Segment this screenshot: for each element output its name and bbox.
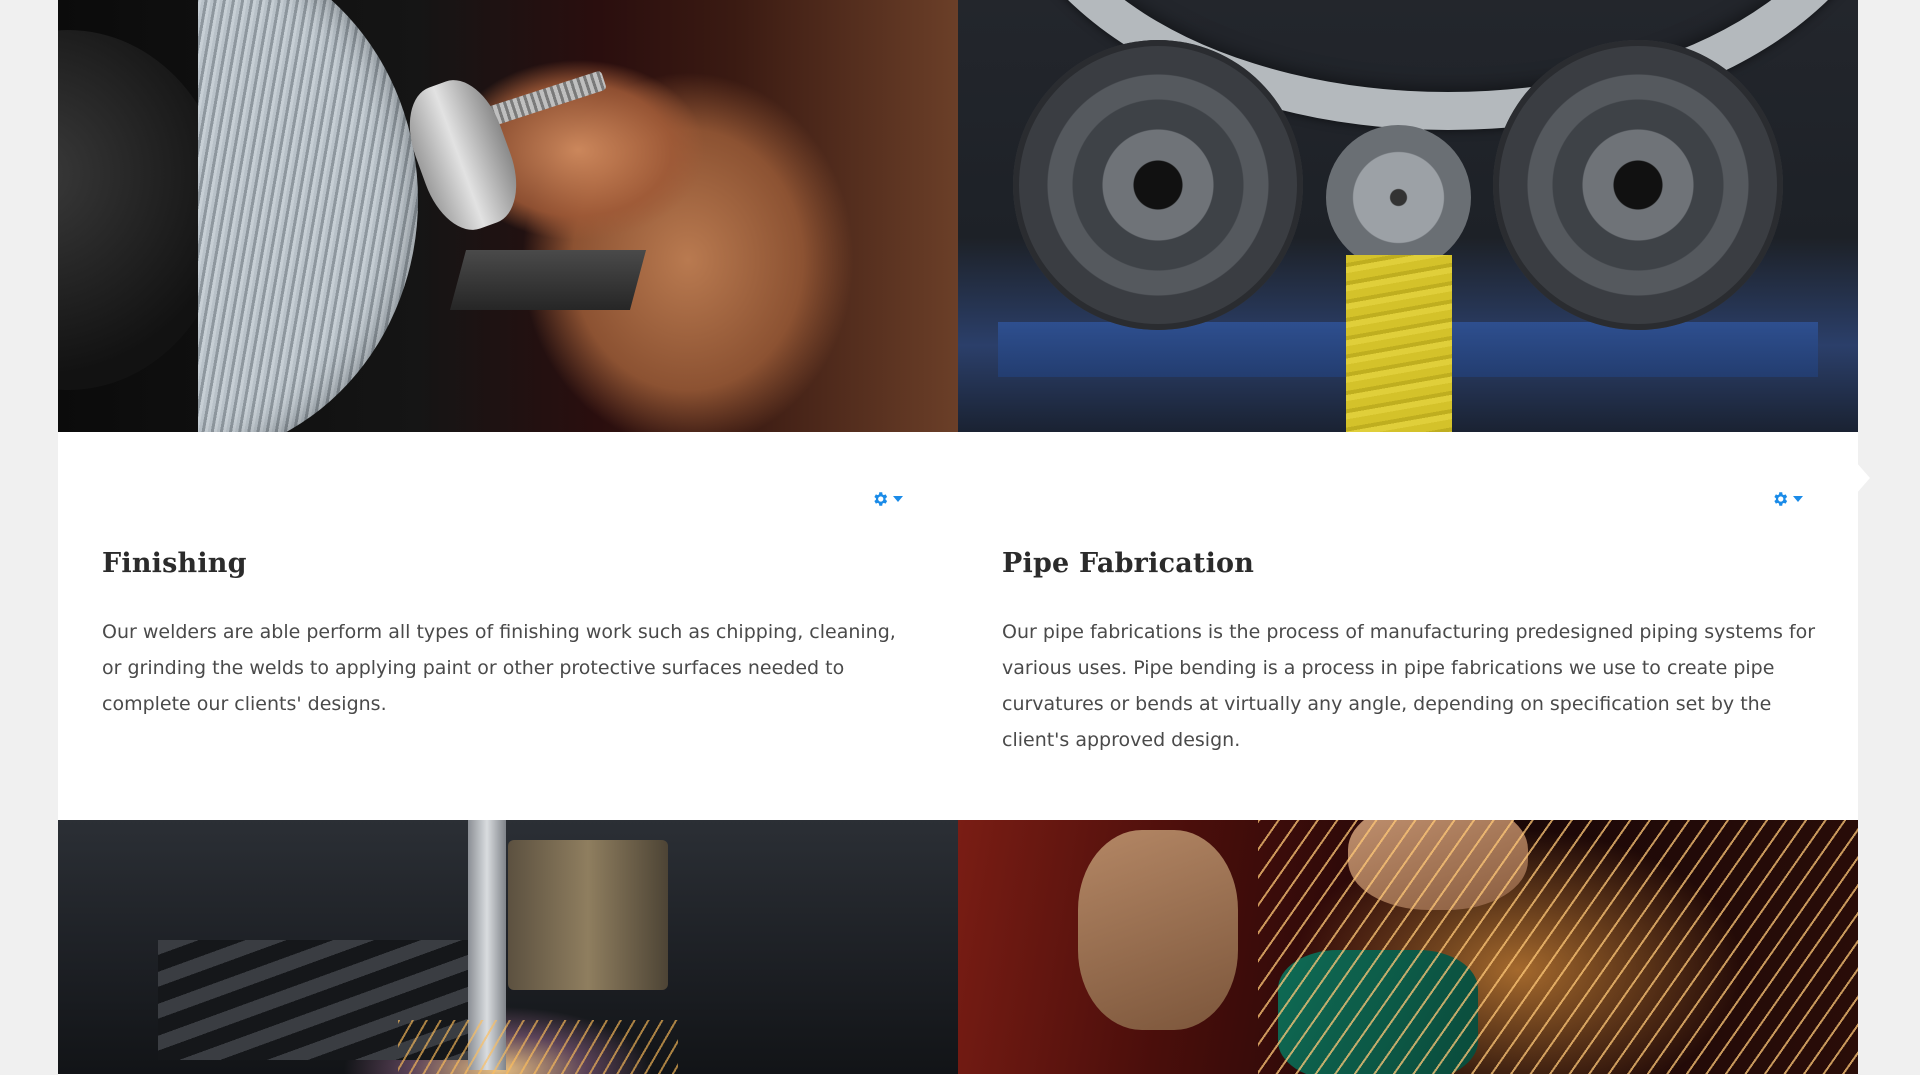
service-card-finishing: Finishing Our welders are able perform a…	[58, 432, 958, 820]
center-roller	[1326, 125, 1471, 270]
cards-row: Finishing Our welders are able perform a…	[58, 432, 1858, 820]
card-options-button[interactable]	[871, 490, 904, 508]
caret-down-icon	[1793, 496, 1803, 502]
gear-icon	[874, 492, 888, 506]
top-images-row	[58, 0, 1858, 432]
left-roller	[1013, 40, 1303, 330]
plasma-cutting-image	[58, 820, 958, 1074]
card-title: Finishing	[102, 548, 247, 579]
card-description: Our welders are able perform all types o…	[102, 621, 896, 715]
right-roller	[1493, 40, 1783, 330]
gear-icon	[1774, 492, 1788, 506]
finishing-image	[58, 0, 958, 432]
bottom-images-row	[58, 820, 1858, 1074]
caret-down-icon	[893, 496, 903, 502]
side-pointer-arrow	[1856, 462, 1870, 494]
card-description: Our pipe fabrications is the process of …	[1002, 621, 1816, 751]
pipe-fabrication-image	[958, 0, 1858, 432]
spark-streaks	[1258, 820, 1858, 1074]
glove-left	[1078, 830, 1238, 1030]
card-title: Pipe Fabrication	[1002, 548, 1255, 579]
grinding-sparks-image	[958, 820, 1858, 1074]
content-container: Finishing Our welders are able perform a…	[58, 0, 1858, 1075]
cutting-sparks	[398, 1020, 678, 1074]
service-card-pipe-fabrication: Pipe Fabrication Our pipe fabrications i…	[958, 432, 1858, 820]
card-options-button[interactable]	[1771, 490, 1804, 508]
yellow-bracket	[1346, 255, 1452, 432]
clamp	[449, 250, 647, 310]
torch-arm	[508, 840, 668, 990]
